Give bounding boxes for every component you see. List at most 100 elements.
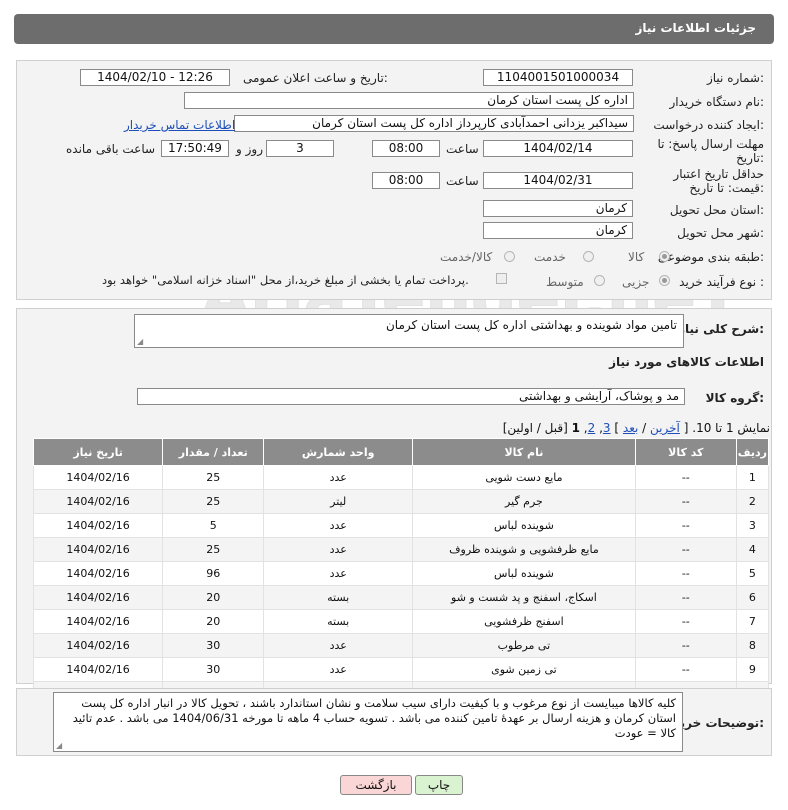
row-number-cell: 1: [735, 465, 770, 490]
col-need-date[interactable]: تاریخ نیاز: [32, 438, 164, 466]
deadline-label: مهلت ارسال پاسخ: تا تاریخ:: [657, 137, 764, 165]
table-row[interactable]: 8 -- تی مرطوب عدد 30 1404/02/16: [32, 633, 770, 658]
row-number-cell: 5: [735, 561, 770, 586]
item-code-cell: --: [634, 489, 737, 514]
need-date-cell: 1404/02/16: [32, 561, 164, 586]
table-row[interactable]: 2 -- جرم گیر لیتر 25 1404/02/16: [32, 489, 770, 514]
resize-grip-icon[interactable]: ◢: [137, 337, 143, 346]
validity-time-label: ساعت: [446, 174, 479, 188]
col-item-name[interactable]: نام کالا: [412, 438, 636, 466]
col-quantity[interactable]: تعداد / مقدار: [162, 438, 265, 466]
category-label: طبقه بندی موضوعی:: [657, 250, 764, 264]
remaining-time-field[interactable]: 17:50:49: [161, 140, 229, 157]
table-header-row: ردیف کد کالا نام کالا واحد شمارش تعداد /…: [32, 438, 770, 466]
col-unit[interactable]: واحد شمارش: [263, 438, 414, 466]
unit-cell: عدد: [263, 657, 414, 682]
buyer-label: نام دستگاه خریدار:: [669, 95, 765, 109]
table-row[interactable]: 9 -- تی زمین شوی عدد 30 1404/02/16: [32, 657, 770, 682]
announce-label: تاریخ و ساعت اعلان عمومی:: [243, 71, 388, 85]
table-row[interactable]: 5 -- شوینده لباس عدد 96 1404/02/16: [32, 561, 770, 586]
buyer-contact-link[interactable]: اطلاعات تماس خریدار: [124, 118, 235, 132]
quantity-cell: 20: [162, 609, 265, 634]
item-name-cell: اسفنج ظرفشویی: [412, 609, 636, 634]
item-code-cell: --: [634, 537, 737, 562]
col-row-number[interactable]: ردیف: [735, 438, 770, 466]
resize-grip-icon[interactable]: ◢: [56, 741, 62, 750]
row-number-cell: 8: [735, 633, 770, 658]
page-header: جزئیات اطلاعات نیاز: [14, 14, 774, 44]
quantity-cell: 25: [162, 489, 265, 514]
quantity-cell: 96: [162, 561, 265, 586]
item-code-cell: --: [634, 633, 737, 658]
creator-field[interactable]: سیداکبر یزدانی احمدآبادی کارپرداز اداره …: [234, 115, 634, 132]
pagination-last[interactable]: آخرین: [650, 421, 680, 435]
row-number-cell: 4: [735, 537, 770, 562]
pagination-bracket: [: [683, 421, 689, 435]
back-button[interactable]: بازگشت: [340, 775, 412, 795]
pagination-page-1: 1: [571, 421, 580, 435]
row-number-cell: 3: [735, 513, 770, 538]
table-row[interactable]: 1 -- مایع دست شویی عدد 25 1404/02/16: [32, 465, 770, 490]
process-option-medium: متوسط: [546, 275, 584, 289]
notes-textarea[interactable]: کلیه کالاها میبایست از نوع مرغوب و با کی…: [53, 692, 683, 752]
process-radio-minor[interactable]: [659, 275, 670, 286]
row-number-cell: 7: [735, 609, 770, 634]
category-radio-goods-service[interactable]: [504, 251, 515, 262]
item-name-cell: تی زمین شوی: [412, 657, 636, 682]
need-date-cell: 1404/02/16: [32, 489, 164, 514]
unit-cell: لیتر: [263, 489, 414, 514]
col-item-code[interactable]: کد کالا: [634, 438, 737, 466]
summary-textarea[interactable]: تامین مواد شوینده و بهداشتی اداره کل پست…: [134, 314, 684, 348]
table-row[interactable]: 7 -- اسفنج ظرفشویی بسته 20 1404/02/16: [32, 609, 770, 634]
days-field[interactable]: 3: [266, 140, 334, 157]
unit-cell: عدد: [263, 513, 414, 538]
unit-cell: عدد: [263, 633, 414, 658]
quantity-cell: 25: [162, 465, 265, 490]
goods-group-field[interactable]: مد و پوشاک، آرایشی و بهداشتی: [137, 388, 685, 405]
goods-section-title: اطلاعات کالاهای مورد نیاز: [609, 355, 764, 369]
unit-cell: عدد: [263, 537, 414, 562]
item-name-cell: جرم گیر: [412, 489, 636, 514]
deadline-date-field[interactable]: 1404/02/14: [483, 140, 633, 157]
table-row[interactable]: 4 -- مایع ظرفشویی و شوینده ظروف عدد 25 1404/0…: [32, 537, 770, 562]
deadline-time-field[interactable]: 08:00: [372, 140, 440, 157]
days-label: روز و: [236, 142, 263, 156]
category-radio-service[interactable]: [583, 251, 594, 262]
validity-date-field[interactable]: 1404/02/31: [483, 172, 633, 189]
goods-table: ردیف کد کالا نام کالا واحد شمارش تعداد /…: [32, 438, 770, 706]
pagination-page-3[interactable]: 3: [603, 421, 611, 435]
item-name-cell: شوینده لباس: [412, 513, 636, 538]
need-date-cell: 1404/02/16: [32, 657, 164, 682]
announce-field[interactable]: 1404/02/10 - 12:26: [80, 69, 230, 86]
print-button[interactable]: چاپ: [415, 775, 463, 795]
category-option-goods-service: کالا/خدمت: [440, 250, 493, 264]
summary-label: شرح کلی نیاز:: [678, 322, 764, 336]
table-row[interactable]: 6 -- اسکاج، اسفنج و پد شست و شو بسته 20 1404/…: [32, 585, 770, 610]
item-code-cell: --: [634, 609, 737, 634]
process-radio-medium[interactable]: [594, 275, 605, 286]
validity-time-field[interactable]: 08:00: [372, 172, 440, 189]
buyer-field[interactable]: اداره کل پست استان کرمان: [184, 92, 634, 109]
item-name-cell: اسکاج، اسفنج و پد شست و شو: [412, 585, 636, 610]
city-field[interactable]: کرمان: [483, 222, 633, 239]
quantity-cell: 25: [162, 537, 265, 562]
pagination-page-2[interactable]: 2: [588, 421, 596, 435]
category-radio-goods[interactable]: [659, 251, 670, 262]
unit-cell: عدد: [263, 561, 414, 586]
item-code-cell: --: [634, 513, 737, 538]
need-date-cell: 1404/02/16: [32, 609, 164, 634]
item-code-cell: --: [634, 585, 737, 610]
unit-cell: بسته: [263, 609, 414, 634]
treasury-payment-checkbox[interactable]: [496, 273, 507, 284]
need-date-cell: 1404/02/16: [32, 633, 164, 658]
need-number-field[interactable]: 1104001501000034: [483, 69, 633, 86]
province-field[interactable]: کرمان: [483, 200, 633, 217]
pagination-separator: /: [642, 421, 647, 435]
pagination-next[interactable]: بعد: [623, 421, 638, 435]
quantity-cell: 20: [162, 585, 265, 610]
pagination-bracket: ]: [614, 421, 620, 435]
table-row[interactable]: 3 -- شوینده لباس عدد 5 1404/02/16: [32, 513, 770, 538]
category-option-goods: کالا: [628, 250, 645, 264]
goods-group-label: گروه کالا:: [705, 391, 764, 405]
pagination-prev-first: [قبل / اولین]: [502, 421, 568, 435]
